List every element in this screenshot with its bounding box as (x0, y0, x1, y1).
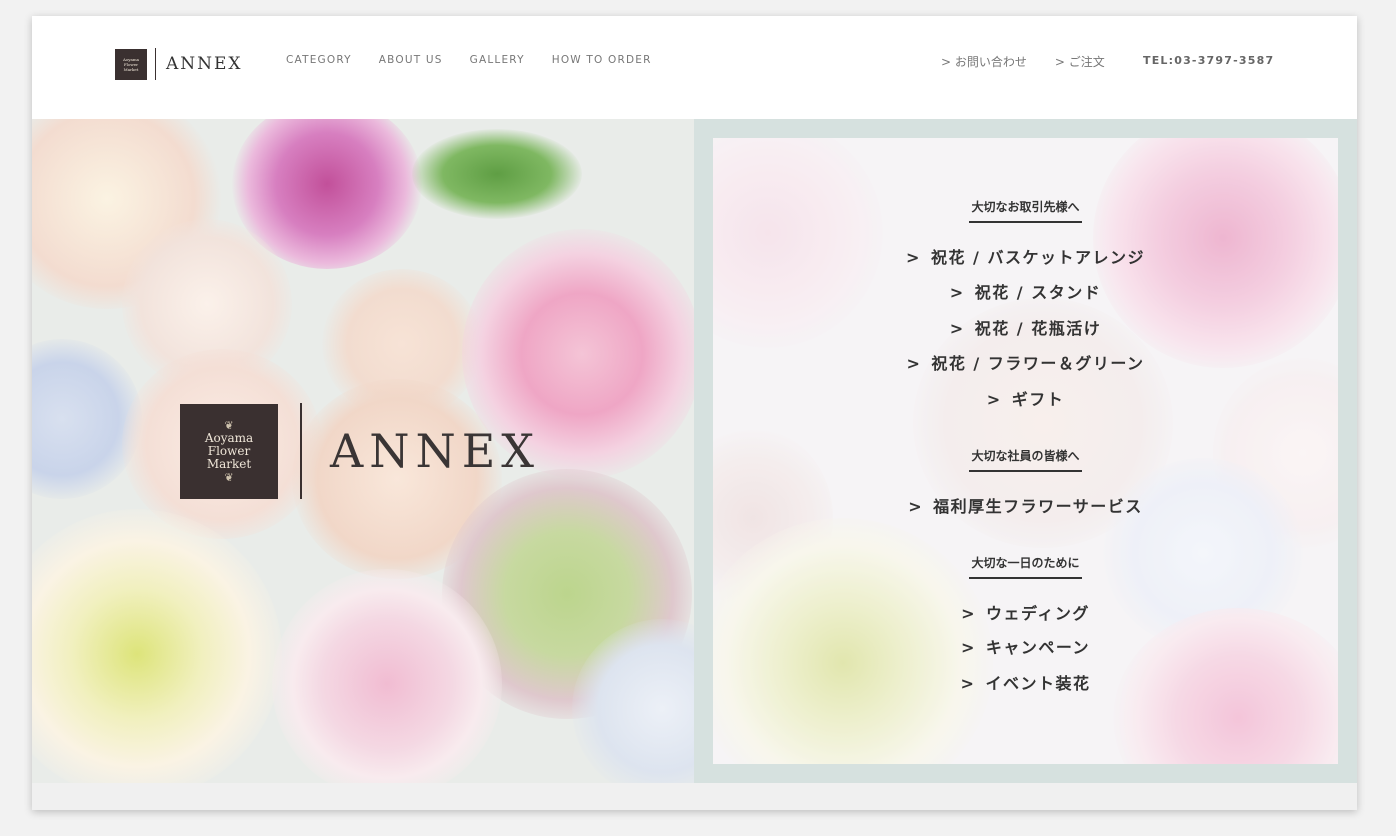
link-label: ウェディング (986, 604, 1090, 623)
link-label: キャンペーン (985, 638, 1091, 657)
site-header: Aoyama Flower Market ANNEX CATEGORY ABOU… (32, 16, 1357, 119)
logo-divider (155, 48, 156, 80)
hero-logo: ❦ Aoyama Flower Market ❦ ANNEX (180, 403, 540, 499)
page-frame: Aoyama Flower Market ANNEX CATEGORY ABOU… (32, 16, 1357, 810)
section-heading-employees: 大切な社員の皆様へ (713, 447, 1338, 472)
menu-panel-frame: 大切なお取引先様へ > 祝花 / バスケットアレンジ > 祝花 / スタンド > 祝花… (694, 119, 1357, 783)
link-gift[interactable]: > ギフト (713, 386, 1338, 410)
hero-brand-text: ANNEX (330, 424, 541, 478)
hero-logo-badge: ❦ Aoyama Flower Market ❦ (180, 403, 278, 499)
nav-how-to-order[interactable]: HOW TO ORDER (552, 54, 652, 66)
link-stand[interactable]: > 祝花 / スタンド (713, 279, 1338, 303)
menu-panel: 大切なお取引先様へ > 祝花 / バスケットアレンジ > 祝花 / スタンド > 祝花… (713, 138, 1338, 764)
section-heading-special-day: 大切な一日のために (713, 554, 1338, 579)
ornament-icon: ❦ (224, 470, 234, 484)
flower-shape (32, 509, 282, 783)
hero-badge-line3: Market (206, 456, 252, 471)
site-logo[interactable]: Aoyama Flower Market ANNEX (115, 48, 243, 80)
nav-category[interactable]: CATEGORY (286, 54, 352, 66)
chevron-right-icon: > (949, 283, 965, 302)
section-heading-employees-text: 大切な社員の皆様へ (969, 447, 1082, 472)
order-link[interactable]: > ご注文 (1055, 53, 1105, 70)
nav-gallery[interactable]: GALLERY (470, 54, 525, 66)
ornament-icon: ❦ (224, 418, 234, 432)
section-heading-clients: 大切なお取引先様へ (713, 198, 1338, 223)
main-nav: CATEGORY ABOUT US GALLERY HOW TO ORDER (286, 54, 679, 66)
hero-badge-line1: Aoyama (204, 430, 254, 445)
chevron-right-icon: > (960, 638, 976, 657)
hero-badge-line2: Flower (207, 443, 251, 458)
logo-badge-line3: Market (123, 66, 139, 72)
chevron-right-icon: > (949, 319, 965, 338)
chevron-right-icon: > (906, 354, 922, 373)
link-label: 祝花 / フラワー＆グリーン (931, 354, 1145, 373)
chevron-right-icon: > (960, 674, 976, 693)
link-label: 祝花 / 花瓶活け (974, 319, 1102, 338)
chevron-right-icon: > (986, 390, 1002, 409)
link-event-decoration[interactable]: > イベント装花 (713, 670, 1338, 694)
footer-strip (32, 783, 1357, 810)
logo-text: ANNEX (166, 54, 243, 74)
chevron-right-icon: > (961, 604, 976, 623)
link-campaign[interactable]: > キャンペーン (713, 634, 1338, 658)
contact-link[interactable]: > お問い合わせ (941, 53, 1027, 70)
nav-about-us[interactable]: ABOUT US (379, 54, 443, 66)
leaf-shape (412, 129, 582, 219)
section-heading-special-day-text: 大切な一日のために (969, 554, 1082, 579)
link-label: 祝花 / バスケットアレンジ (930, 248, 1145, 267)
link-basket-arrange[interactable]: > 祝花 / バスケットアレンジ (713, 244, 1338, 268)
link-label: 福利厚生フラワーサービス (933, 497, 1143, 516)
link-label: 祝花 / スタンド (974, 283, 1102, 302)
link-welfare-service[interactable]: > 福利厚生フラワーサービス (713, 493, 1338, 517)
link-vase[interactable]: > 祝花 / 花瓶活け (713, 315, 1338, 339)
hero-logo-divider (300, 403, 302, 499)
flower-shape (272, 569, 502, 783)
link-flower-green[interactable]: > 祝花 / フラワー＆グリーン (713, 350, 1338, 374)
phone-number[interactable]: TEL:03-3797-3587 (1143, 54, 1274, 67)
hero-image: ❦ Aoyama Flower Market ❦ ANNEX (32, 119, 694, 783)
logo-badge: Aoyama Flower Market (115, 48, 147, 80)
chevron-right-icon: > (906, 248, 921, 267)
link-label: ギフト (1011, 390, 1065, 409)
section-heading-clients-text: 大切なお取引先様へ (969, 198, 1082, 223)
link-label: イベント装花 (985, 674, 1091, 693)
link-wedding[interactable]: > ウェディング (713, 600, 1338, 624)
utility-links: > お問い合わせ > ご注文 (941, 53, 1133, 70)
chevron-right-icon: > (908, 497, 924, 516)
